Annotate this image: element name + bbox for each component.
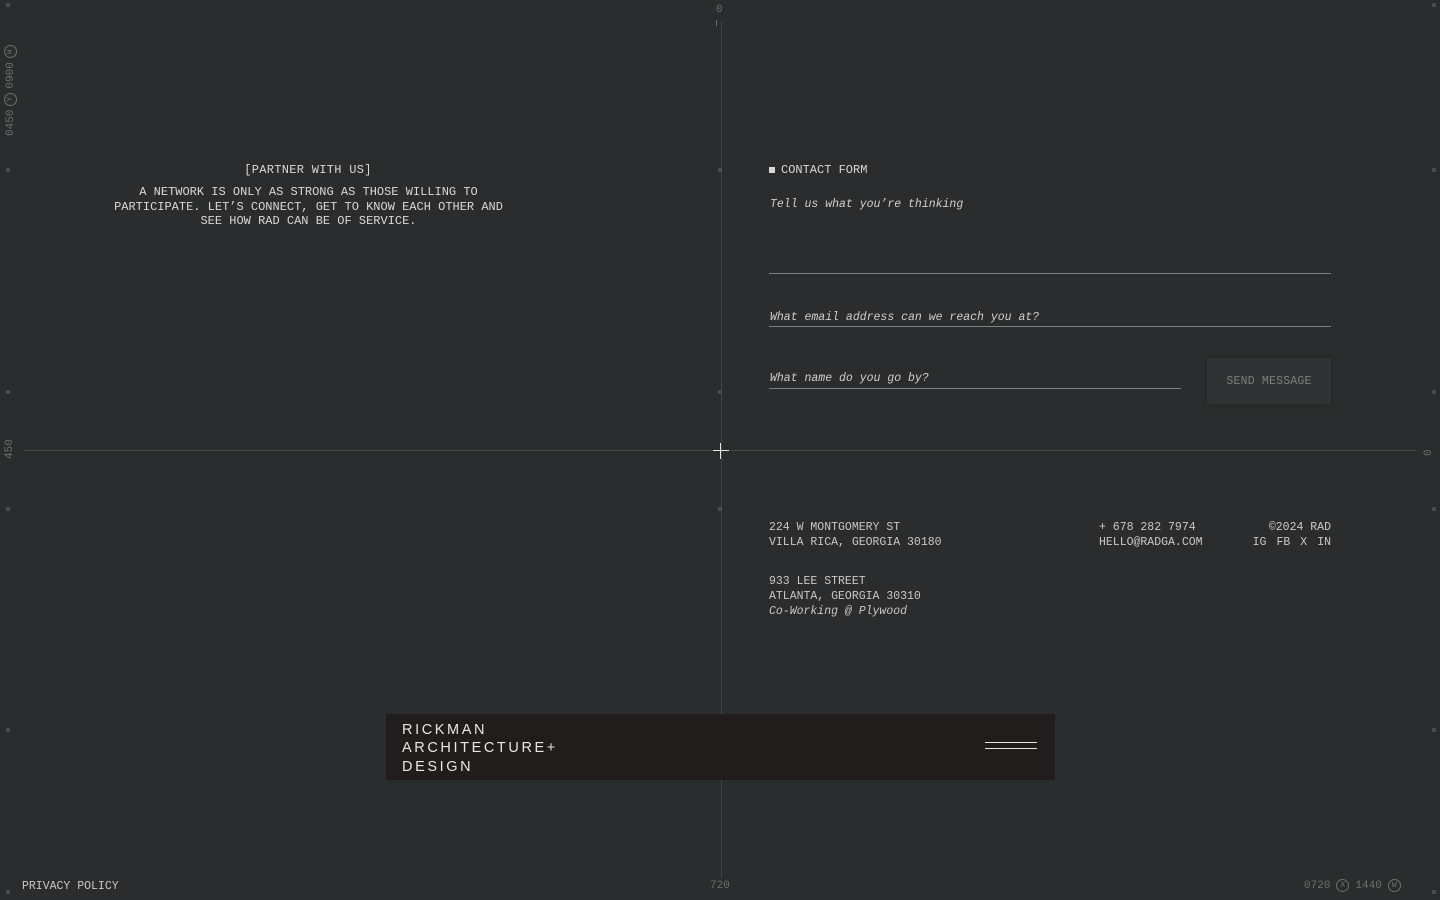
contact-form-heading: CONTACT FORM <box>769 163 867 177</box>
instagram-link[interactable]: IG <box>1253 535 1267 550</box>
grid-marker <box>718 168 722 172</box>
copyright-socials: ©2024 RAD IG FB X IN <box>1240 520 1331 550</box>
bottom-navbar: RICKMAN ARCHITECTURE+ DESIGN <box>386 714 1055 780</box>
menu-line <box>985 748 1037 749</box>
phone-link[interactable]: + 678 282 7974 <box>1099 520 1203 535</box>
grid-marker <box>1432 3 1436 7</box>
grid-marker <box>1432 168 1436 172</box>
grid-marker <box>1432 390 1436 394</box>
grid-marker <box>6 728 10 732</box>
grid-marker <box>1432 728 1436 732</box>
ruler-tick <box>716 20 717 26</box>
y-badge-icon: Y <box>4 92 17 106</box>
logo-line: DESIGN <box>402 758 474 775</box>
address-atlanta: 933 LEE STREET ATLANTA, GEORGIA 30310 Co… <box>769 574 921 619</box>
send-message-button[interactable]: SEND MESSAGE <box>1207 358 1331 404</box>
ruler-right-mid: 0 <box>1423 449 1435 456</box>
privacy-policy-link[interactable]: PRIVACY POLICY <box>22 880 119 893</box>
hamburger-menu-icon[interactable] <box>985 742 1037 751</box>
grid-marker <box>6 168 10 172</box>
grid-marker <box>1432 507 1436 511</box>
address-villa-rica: 224 W MONTGOMERY ST VILLA RICA, GEORGIA … <box>769 520 942 550</box>
grid-marker <box>6 390 10 394</box>
email-link[interactable]: HELLO@RADGA.COM <box>1099 535 1203 550</box>
ruler-left-value: 0450 <box>4 109 17 136</box>
square-bullet-icon <box>769 167 775 173</box>
contact-form-label: CONTACT FORM <box>781 163 868 177</box>
ruler-left-mid: 450 <box>4 439 16 459</box>
name-field-underline <box>769 388 1181 389</box>
email-field[interactable]: What email address can we reach you at? <box>770 311 1039 324</box>
ruler-top-label: 0 <box>716 4 723 16</box>
grid-marker <box>718 507 722 511</box>
address-line: 224 W MONTGOMERY ST <box>769 521 901 534</box>
logo[interactable]: RICKMAN ARCHITECTURE+ DESIGN <box>402 721 558 776</box>
facebook-link[interactable]: FB <box>1276 535 1290 550</box>
partner-description: A NETWORK IS ONLY AS STRONG AS THOSE WIL… <box>114 185 503 228</box>
x-link[interactable]: X <box>1300 535 1307 550</box>
contact-details: + 678 282 7974 HELLO@RADGA.COM <box>1099 520 1203 550</box>
x-value: 0720 <box>1304 879 1331 892</box>
h-badge-icon: H <box>4 45 17 59</box>
grid-marker <box>1432 890 1436 894</box>
x-badge-icon: X <box>1336 879 1350 892</box>
address-line: ATLANTA, GEORGIA 30310 <box>769 590 921 603</box>
address-line: VILLA RICA, GEORGIA 30180 <box>769 536 942 549</box>
logo-line: RICKMAN <box>402 722 488 738</box>
center-crosshair-icon <box>713 443 729 459</box>
grid-marker <box>6 3 10 7</box>
linkedin-link[interactable]: IN <box>1317 535 1331 550</box>
partner-title: [PARTNER WITH US] <box>244 163 372 177</box>
ruler-bottom-center: 720 <box>710 880 730 892</box>
message-field-underline <box>769 273 1331 274</box>
grid-marker <box>6 507 10 511</box>
grid-marker <box>718 390 722 394</box>
w-badge-icon: W <box>1387 879 1401 892</box>
name-field[interactable]: What name do you go by? <box>770 372 929 385</box>
w-value: 1440 <box>1355 879 1382 892</box>
copyright-text: ©2024 RAD <box>1268 521 1331 534</box>
grid-marker <box>6 890 10 894</box>
address-line: 933 LEE STREET <box>769 575 866 588</box>
menu-line <box>985 742 1037 743</box>
email-field-underline <box>769 326 1331 327</box>
address-note: Co-Working @ Plywood <box>769 605 908 618</box>
logo-line: ARCHITECTURE+ <box>402 740 558 757</box>
message-field[interactable]: Tell us what you’re thinking <box>770 198 963 211</box>
ruler-left-value-2: 0900 <box>4 62 17 89</box>
coordinate-readout: 0720 X 1440 W <box>1304 879 1401 892</box>
